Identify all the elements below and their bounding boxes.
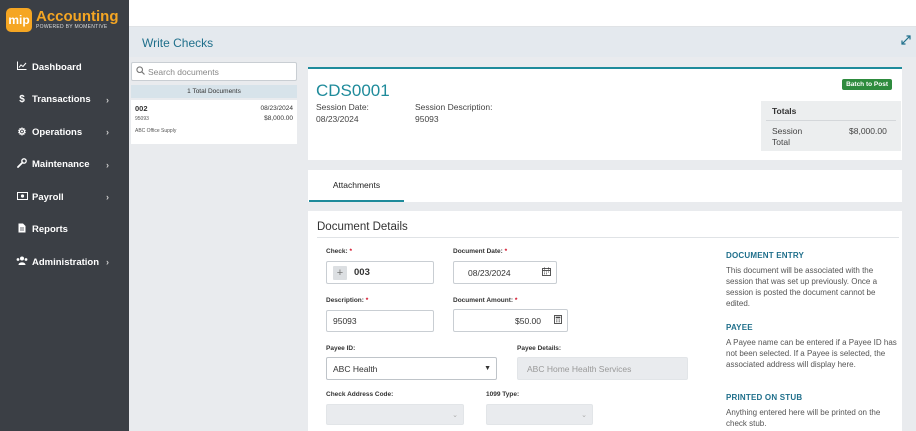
totals-title: Totals xyxy=(772,106,797,116)
doc-vendor: ABC Office Supply xyxy=(135,128,177,134)
help-printed-on-stub-text: Anything entered here will be printed on… xyxy=(726,408,881,428)
check-number-field[interactable]: + 003 xyxy=(326,261,434,284)
session-total-label: Session Total xyxy=(772,126,803,147)
logo-subtitle: POWERED BY MOMENTIVE xyxy=(36,24,108,30)
check-address-code-select[interactable]: ⌄ xyxy=(326,404,464,425)
check-label: Check: * xyxy=(326,248,353,255)
doc-number: 002 xyxy=(135,104,148,113)
check-number-value: 003 xyxy=(354,267,370,278)
help-printed-on-stub-title: PRINTED ON STUB xyxy=(726,393,803,402)
chevron-right-icon: › xyxy=(106,159,109,170)
expand-icon[interactable] xyxy=(901,35,911,48)
session-date-value: 08/23/2024 xyxy=(316,114,359,124)
search-icon xyxy=(136,66,145,77)
doc-sub: 95093 xyxy=(135,116,149,122)
payee-details-value: ABC Home Health Services xyxy=(527,363,632,374)
wrench-icon xyxy=(15,158,29,171)
file-icon xyxy=(15,223,29,236)
1099-type-label: 1099 Type: xyxy=(486,391,520,398)
session-header-card: CDS0001 Batch to Post Session Date: 08/2… xyxy=(308,67,902,160)
tabs-card: Attachments xyxy=(308,170,902,202)
payee-id-select[interactable]: ABC Health ▼ xyxy=(326,357,497,380)
sidebar-item-label: Transactions xyxy=(32,94,91,106)
document-details-title: Document Details xyxy=(317,221,408,233)
sidebar: mip Accounting POWERED BY MOMENTIVE Dash… xyxy=(0,0,129,431)
help-document-entry-title: DOCUMENT ENTRY xyxy=(726,251,805,260)
sidebar-item-label: Reports xyxy=(32,224,68,236)
check-address-code-label: Check Address Code: xyxy=(326,391,394,398)
chevron-down-icon: ⌄ xyxy=(581,411,587,419)
gears-icon: ⚙ xyxy=(17,126,27,138)
total-documents: 1 Total Documents xyxy=(131,85,297,98)
logo-badge: mip xyxy=(6,8,32,32)
payee-details-label: Payee Details: xyxy=(517,345,562,352)
divider xyxy=(317,237,899,238)
sidebar-item-dashboard[interactable]: Dashboard xyxy=(0,51,129,84)
top-bar xyxy=(129,0,916,27)
money-icon xyxy=(15,191,29,203)
chevron-right-icon: › xyxy=(106,192,109,203)
tab-attachments[interactable]: Attachments xyxy=(309,170,404,202)
sidebar-item-maintenance[interactable]: Maintenance › xyxy=(0,149,129,182)
sidebar-item-label: Maintenance xyxy=(32,159,90,171)
dollar-icon: $ xyxy=(19,94,25,106)
sidebar-item-label: Payroll xyxy=(32,191,64,203)
session-total-value: $8,000.00 xyxy=(849,126,887,136)
totals-panel: Totals Session Total $8,000.00 xyxy=(761,101,901,151)
sidebar-item-payroll[interactable]: Payroll › xyxy=(0,181,129,214)
document-date-label: Document Date: * xyxy=(453,248,508,255)
description-value: 95093 xyxy=(333,316,357,326)
search-input[interactable]: Search documents xyxy=(131,62,297,81)
session-description-label: Session Description: xyxy=(415,102,493,112)
caret-down-icon: ▼ xyxy=(484,365,491,372)
users-icon xyxy=(15,256,29,268)
document-amount-label: Document Amount: * xyxy=(453,297,518,304)
document-date-value: 08/23/2024 xyxy=(468,267,511,278)
description-label: Description: * xyxy=(326,297,369,304)
sidebar-item-label: Operations xyxy=(32,126,83,138)
sidebar-item-administration[interactable]: Administration › xyxy=(0,246,129,279)
calculator-icon[interactable] xyxy=(554,315,562,326)
help-document-entry-text: This document will be associated with th… xyxy=(726,266,878,308)
page-header: Write Checks xyxy=(129,27,916,57)
description-field[interactable]: 95093 xyxy=(326,310,434,332)
content-area: Search documents 1 Total Documents 002 0… xyxy=(129,57,916,431)
sidebar-item-label: Dashboard xyxy=(32,61,82,73)
plus-icon[interactable]: + xyxy=(333,265,347,280)
sidebar-item-operations[interactable]: ⚙ Operations › xyxy=(0,116,129,149)
sidebar-item-label: Administration xyxy=(32,256,100,268)
payee-details-field: ABC Home Health Services xyxy=(517,357,688,380)
1099-type-select[interactable]: ⌄ xyxy=(486,404,593,425)
sidebar-item-reports[interactable]: Reports xyxy=(0,214,129,247)
payee-id-value: ABC Health xyxy=(333,363,378,374)
logo-title: Accounting xyxy=(36,8,119,25)
sidebar-nav: Dashboard $ Transactions › ⚙ Operations … xyxy=(0,51,129,279)
chevron-down-icon: ⌄ xyxy=(452,411,458,419)
page-title: Write Checks xyxy=(142,36,214,50)
document-details-card: Document Details Check: * + 003 Document… xyxy=(308,211,902,431)
document-amount-value: $50.00 xyxy=(515,315,541,326)
batch-to-post-button[interactable]: Batch to Post xyxy=(842,79,892,90)
sidebar-item-transactions[interactable]: $ Transactions › xyxy=(0,84,129,117)
document-amount-field[interactable]: $50.00 xyxy=(453,309,568,332)
chevron-right-icon: › xyxy=(106,127,109,138)
chevron-right-icon: › xyxy=(106,94,109,105)
session-description-value: 95093 xyxy=(415,114,439,124)
payee-id-label: Payee ID: xyxy=(326,345,356,352)
document-date-field[interactable]: 08/23/2024 xyxy=(453,261,557,284)
list-item[interactable]: 002 08/23/2024 95093 $8,000.00 ABC Offic… xyxy=(131,100,297,144)
session-date-label: Session Date: xyxy=(316,102,369,112)
totals-divider xyxy=(766,120,896,121)
chevron-right-icon: › xyxy=(106,257,109,268)
session-id: CDS0001 xyxy=(316,81,390,100)
search-placeholder: Search documents xyxy=(148,66,219,77)
calendar-icon[interactable] xyxy=(542,267,551,278)
app-logo[interactable]: mip Accounting POWERED BY MOMENTIVE xyxy=(0,0,129,40)
chart-line-icon xyxy=(15,61,29,73)
help-payee-title: PAYEE xyxy=(726,323,753,332)
doc-amount: $8,000.00 xyxy=(264,115,293,122)
doc-date: 08/23/2024 xyxy=(260,105,293,112)
help-payee-text: A Payee name can be entered if a Payee I… xyxy=(726,338,897,369)
